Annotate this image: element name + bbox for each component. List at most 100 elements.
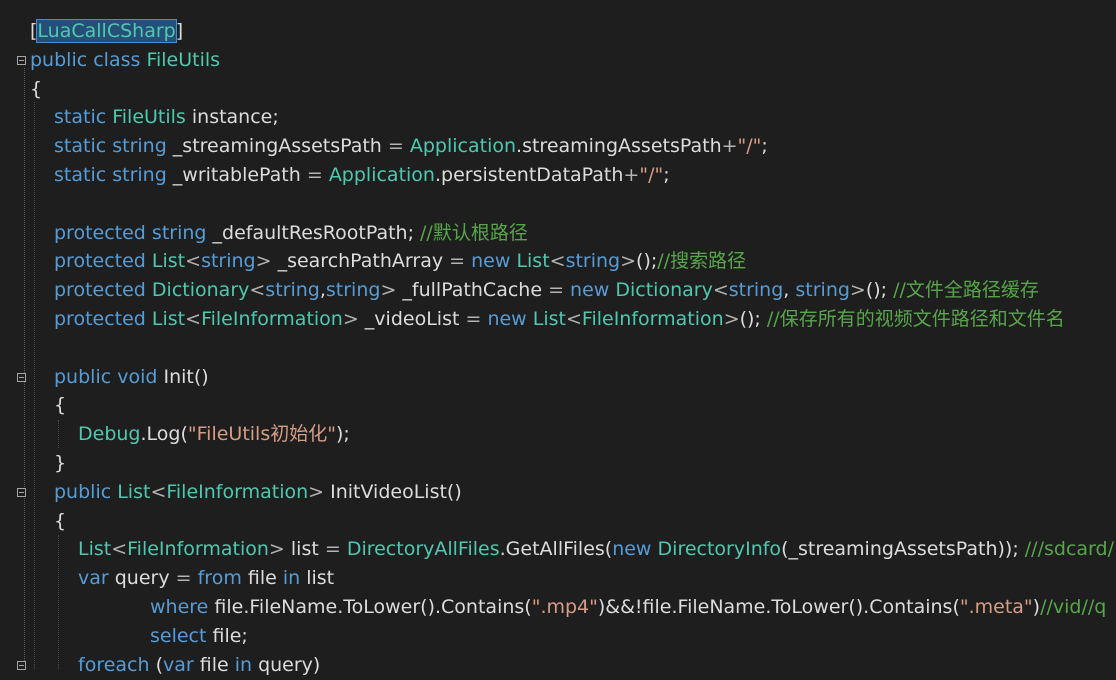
code-token: .Log( (140, 423, 188, 446)
code-token: string (325, 279, 381, 302)
code-token: string (728, 279, 784, 302)
code-token: string (795, 279, 850, 302)
collapse-icon[interactable] (17, 487, 26, 497)
code-token: file (241, 567, 283, 590)
code-token: < (150, 480, 167, 503)
code-token: FileInformation (166, 480, 309, 503)
code-line[interactable]: { (54, 507, 66, 536)
code-line[interactable]: static string _streamingAssetsPath = App… (54, 132, 768, 161)
code-token: ); (335, 423, 350, 446)
code-token: } (54, 452, 67, 474)
code-editor[interactable]: [LuaCallCSharp] public class FileUtils{st… (0, 0, 1116, 676)
code-token: instance; (185, 106, 279, 129)
code-token: { (54, 509, 67, 532)
code-token: < (249, 279, 266, 302)
code-token: ".meta" (959, 596, 1033, 618)
code-token: protected (54, 279, 146, 302)
code-line[interactable]: var query = from file in list (78, 564, 334, 593)
code-token: string (265, 279, 320, 302)
code-token: //默认根路径 (420, 221, 528, 244)
code-token: protected (54, 221, 146, 244)
code-token: > (255, 250, 272, 273)
code-token: ) (1032, 596, 1041, 618)
code-token: string (201, 250, 256, 273)
code-token: FileInformation (127, 538, 269, 561)
code-line[interactable]: static string _writablePath = Applicatio… (54, 161, 670, 190)
code-token: = (387, 135, 404, 158)
code-token: = (324, 538, 341, 561)
code-token: ] (175, 20, 184, 42)
code-token: query) (252, 653, 321, 676)
code-token: ; (663, 164, 670, 186)
collapse-icon[interactable] (17, 372, 26, 382)
code-token: new (612, 538, 652, 561)
selected-text: LuaCallCSharp (36, 19, 177, 43)
code-token: List (151, 308, 186, 330)
code-token: _searchPathArray (271, 250, 450, 273)
code-line[interactable]: protected string _defaultResRootPath; //… (54, 219, 528, 248)
code-token: DirectoryInfo (657, 538, 782, 561)
code-token: > (342, 308, 359, 330)
code-token: )&&!file.FileName.ToLower().Contains( (597, 596, 960, 618)
collapse-icon[interactable] (17, 55, 26, 65)
code-line[interactable]: protected Dictionary<string,string> _ful… (54, 276, 1039, 305)
code-token: ( (149, 653, 163, 676)
code-line[interactable]: public void Init() (54, 363, 209, 392)
code-line[interactable]: [LuaCallCSharp] (30, 17, 183, 46)
code-line[interactable]: where file.FileName.ToLower().Contains("… (150, 593, 1106, 622)
code-token: query (108, 567, 176, 590)
code-token: static (54, 164, 107, 186)
code-token: string (565, 250, 621, 273)
code-token: < (185, 308, 202, 330)
code-token: List (151, 250, 186, 273)
code-token: (); (636, 250, 658, 273)
indent-guide (58, 535, 59, 669)
code-token: = (449, 250, 466, 273)
code-token: ; (761, 135, 768, 158)
code-token: List (516, 250, 550, 273)
code-token: ///sdcard/ (1024, 538, 1114, 561)
code-line[interactable]: { (54, 391, 66, 420)
code-token: = (548, 279, 564, 302)
code-token: list (300, 567, 335, 590)
code-token: class (93, 48, 141, 71)
code-token: in (282, 567, 301, 590)
code-line[interactable]: public List<FileInformation> InitVideoLi… (54, 478, 462, 507)
collapse-icon[interactable] (17, 660, 26, 670)
code-token: string (151, 221, 207, 244)
code-token: > (849, 279, 866, 302)
code-line[interactable]: protected List<FileInformation> _videoLi… (54, 305, 1065, 334)
code-token: + (623, 164, 640, 186)
code-line[interactable]: List<FileInformation> list = DirectoryAl… (78, 535, 1114, 564)
code-token: //vid//q (1040, 596, 1107, 618)
code-token: public (30, 48, 88, 71)
code-line[interactable]: Debug.Log("FileUtils初始化"); (78, 420, 350, 449)
code-line[interactable]: } (54, 449, 66, 478)
code-token: , (783, 279, 796, 302)
code-token: static (54, 135, 107, 158)
code-token: > (380, 279, 397, 302)
code-line[interactable]: { (30, 75, 42, 104)
code-token: public (54, 365, 112, 388)
code-token: Dictionary (615, 279, 713, 302)
code-token: (); (865, 279, 894, 302)
code-line[interactable]: protected List<string> _searchPathArray … (54, 247, 746, 276)
code-token: "/" (639, 164, 664, 186)
code-token: DirectoryAllFiles (346, 538, 500, 561)
code-line[interactable]: foreach (var file in query) (78, 651, 320, 680)
code-token: _writablePath (166, 164, 307, 186)
code-line[interactable]: static FileUtils instance; (54, 103, 279, 132)
indent-guide (34, 102, 35, 669)
code-token: string (112, 135, 167, 158)
code-token: > (308, 480, 325, 503)
code-token: Dictionary (151, 279, 250, 302)
code-token: where (150, 596, 209, 618)
code-token: FileUtils (112, 106, 186, 129)
code-line[interactable]: select file; (150, 622, 248, 651)
code-token: //保存所有的视频文件路径和文件名 (766, 308, 1065, 330)
code-line[interactable]: public class FileUtils (30, 46, 220, 75)
code-token: + (721, 135, 738, 158)
code-token: Application (328, 164, 435, 186)
code-token: new (471, 250, 511, 273)
code-token: > (723, 308, 740, 330)
